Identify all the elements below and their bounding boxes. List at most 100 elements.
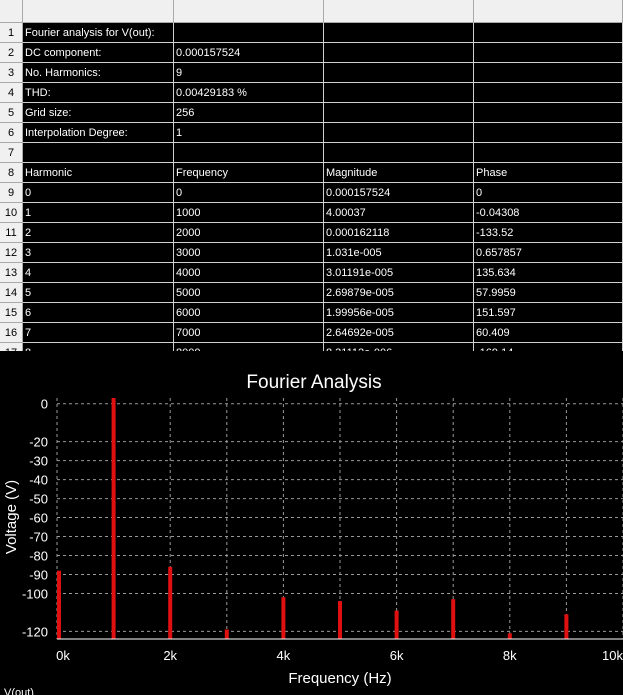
table-cell[interactable]: Fourier analysis for V(out):: [23, 23, 174, 43]
table-cell[interactable]: 2: [23, 223, 174, 243]
table-cell[interactable]: Frequency: [174, 163, 324, 183]
table-cell[interactable]: 1.031e-005: [324, 243, 474, 263]
table-cell[interactable]: 4000: [174, 263, 324, 283]
column-header-b[interactable]: [174, 0, 324, 23]
row-number[interactable]: 11: [0, 223, 23, 243]
table-cell[interactable]: 6000: [174, 303, 324, 323]
table-cell[interactable]: 2000: [174, 223, 324, 243]
table-cell[interactable]: Interpolation Degree:: [23, 123, 174, 143]
table-cell[interactable]: THD:: [23, 83, 174, 103]
table-cell[interactable]: 1: [23, 203, 174, 223]
table-cell[interactable]: 151.597: [474, 303, 623, 323]
table-cell[interactable]: 57.9959: [474, 283, 623, 303]
table-cell[interactable]: -169.14: [474, 343, 623, 351]
x-tick-label: 0k: [56, 648, 70, 663]
table-cell[interactable]: [324, 123, 474, 143]
row-number[interactable]: 4: [0, 83, 23, 103]
row-number[interactable]: 14: [0, 283, 23, 303]
column-header-d[interactable]: [474, 0, 623, 23]
table-cell[interactable]: 8.31112e-006: [324, 343, 474, 351]
table-cell[interactable]: 256: [174, 103, 324, 123]
table-cell[interactable]: Phase: [474, 163, 623, 183]
row-number[interactable]: 6: [0, 123, 23, 143]
harmonic-bar: [451, 599, 456, 639]
table-cell[interactable]: [324, 63, 474, 83]
chart-bars: [57, 398, 569, 639]
table-row: 16 7 7000 2.64692e-005 60.409: [0, 323, 623, 343]
table-cell[interactable]: 0: [174, 183, 324, 203]
table-cell[interactable]: 0.000157524: [324, 183, 474, 203]
table-cell[interactable]: [324, 143, 474, 163]
table-cell[interactable]: 7: [23, 323, 174, 343]
table-cell[interactable]: [474, 83, 623, 103]
table-cell[interactable]: 0.00429183 %: [174, 83, 324, 103]
table-cell[interactable]: 0.657857: [474, 243, 623, 263]
table-cell[interactable]: 9: [174, 63, 324, 83]
table-cell[interactable]: [474, 143, 623, 163]
row-number[interactable]: 13: [0, 263, 23, 283]
harmonic-bar: [564, 614, 569, 639]
table-cell[interactable]: 8: [23, 343, 174, 351]
table-cell[interactable]: 4: [23, 263, 174, 283]
table-cell[interactable]: Harmonic: [23, 163, 174, 183]
table-cell[interactable]: -0.04308: [474, 203, 623, 223]
row-number[interactable]: 1: [0, 23, 23, 43]
row-number[interactable]: 5: [0, 103, 23, 123]
table-cell[interactable]: 0.000162118: [324, 223, 474, 243]
table-cell[interactable]: 1.99956e-005: [324, 303, 474, 323]
table-cell[interactable]: [474, 123, 623, 143]
table-cell[interactable]: 7000: [174, 323, 324, 343]
column-header-c[interactable]: [324, 0, 474, 23]
table-cell[interactable]: 2.69879e-005: [324, 283, 474, 303]
table-cell[interactable]: [174, 143, 324, 163]
row-number[interactable]: 16: [0, 323, 23, 343]
table-cell[interactable]: 1: [174, 123, 324, 143]
table-cell[interactable]: 0.000157524: [174, 43, 324, 63]
table-cell[interactable]: Grid size:: [23, 103, 174, 123]
table-cell[interactable]: [23, 143, 174, 163]
row-number[interactable]: 15: [0, 303, 23, 323]
table-cell[interactable]: 3: [23, 243, 174, 263]
table-cell[interactable]: 3.01191e-005: [324, 263, 474, 283]
table-cell[interactable]: [324, 83, 474, 103]
row-number[interactable]: 17: [0, 343, 23, 351]
row-number[interactable]: 9: [0, 183, 23, 203]
table-cell[interactable]: 2.64692e-005: [324, 323, 474, 343]
table-cell[interactable]: -133.52: [474, 223, 623, 243]
table-cell[interactable]: 1000: [174, 203, 324, 223]
table-cell[interactable]: 8000: [174, 343, 324, 351]
row-number[interactable]: 2: [0, 43, 23, 63]
row-number[interactable]: 12: [0, 243, 23, 263]
table-cell[interactable]: 6: [23, 303, 174, 323]
table-cell[interactable]: 3000: [174, 243, 324, 263]
fourier-results-grid: 1 Fourier analysis for V(out): 2 DC compone…: [0, 0, 623, 351]
table-cell[interactable]: [324, 103, 474, 123]
table-cell[interactable]: 135.634: [474, 263, 623, 283]
table-cell[interactable]: [474, 43, 623, 63]
table-cell[interactable]: 0: [474, 183, 623, 203]
harmonic-bar: [57, 570, 61, 639]
row-number[interactable]: 7: [0, 143, 23, 163]
harmonic-bar: [394, 610, 399, 639]
row-number[interactable]: 3: [0, 63, 23, 83]
row-number[interactable]: 8: [0, 163, 23, 183]
table-cell[interactable]: 0: [23, 183, 174, 203]
y-tick-label: -100: [22, 586, 48, 601]
table-cell[interactable]: [474, 23, 623, 43]
table-cell[interactable]: 5000: [174, 283, 324, 303]
table-cell[interactable]: No. Harmonics:: [23, 63, 174, 83]
table-cell[interactable]: [324, 43, 474, 63]
table-cell[interactable]: [474, 63, 623, 83]
corner-cell[interactable]: [0, 0, 23, 23]
table-cell[interactable]: 60.409: [474, 323, 623, 343]
table-row: 13 4 4000 3.01191e-005 135.634: [0, 263, 623, 283]
table-cell[interactable]: [324, 23, 474, 43]
table-cell[interactable]: 4.00037: [324, 203, 474, 223]
table-cell[interactable]: DC component:: [23, 43, 174, 63]
table-cell[interactable]: 5: [23, 283, 174, 303]
table-cell[interactable]: Magnitude: [324, 163, 474, 183]
table-cell[interactable]: [174, 23, 324, 43]
column-header-a[interactable]: [23, 0, 174, 23]
table-cell[interactable]: [474, 103, 623, 123]
row-number[interactable]: 10: [0, 203, 23, 223]
